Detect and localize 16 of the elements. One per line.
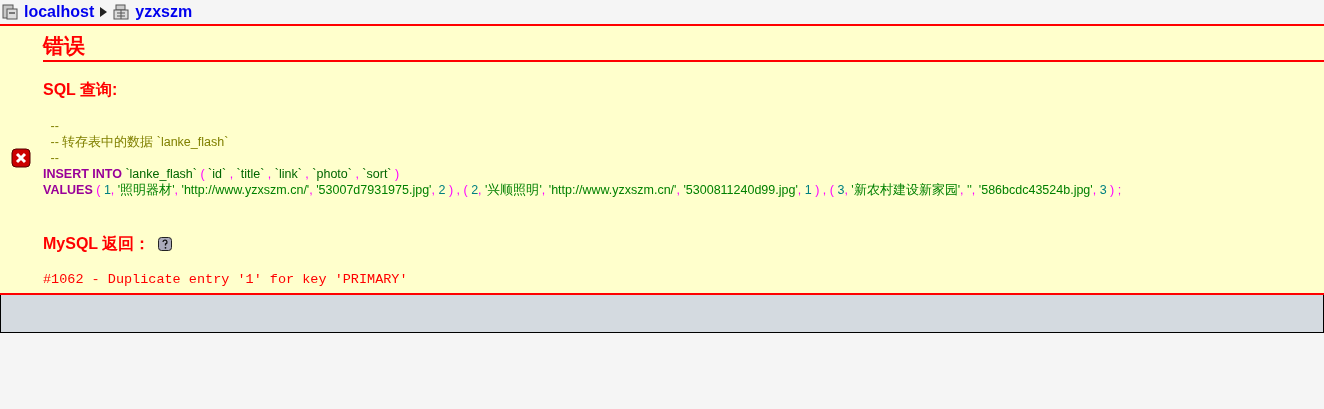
error-icon bbox=[11, 148, 31, 168]
help-icon[interactable] bbox=[158, 237, 173, 251]
database-icon bbox=[113, 4, 130, 20]
server-link[interactable]: localhost bbox=[24, 3, 95, 21]
sql-comment: -- 转存表中的数据 `lanke_flash` bbox=[49, 134, 230, 150]
database-link[interactable]: yzxszm bbox=[135, 3, 193, 21]
sql-line: VALUES ( 1, '照明器材', 'http://www.yzxszm.cn/', '53007d7931975.jpg', 2 ) , ( 2, '兴顺照明', 'http://www.yzxszm.cn/', '5300811240d99.jpg', 1 ) , ( 3, '新农村建设新家园', '', '586bcdc43524b.jpg', 3 ) ; bbox=[43, 182, 1123, 198]
caret-icon bbox=[100, 7, 108, 17]
sql-comment: -- bbox=[49, 118, 60, 134]
sql-comment: -- bbox=[49, 150, 60, 166]
error-title: 错误 bbox=[43, 34, 85, 58]
mysql-return-label: MySQL 返回： bbox=[43, 234, 151, 254]
server-icon bbox=[2, 4, 18, 20]
sql-line: INSERT INTO `lanke_flash` ( `id` , `title` , `link` , `photo` , `sort` ) bbox=[43, 166, 401, 182]
sql-query-label: SQL 查询: bbox=[43, 80, 118, 100]
error-message: #1062 - Duplicate entry '1' for key 'PRIMARY' bbox=[43, 272, 409, 288]
